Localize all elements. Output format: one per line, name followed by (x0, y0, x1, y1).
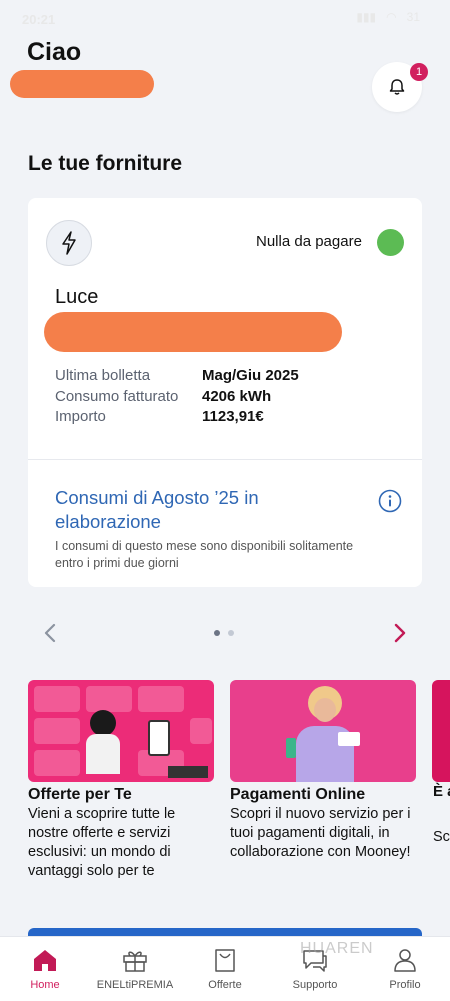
gift-icon (123, 951, 147, 972)
tab-eneltipremia[interactable]: ENELtiPREMIA (90, 937, 180, 1001)
bottom-tab-bar: Home ENELtiPREMIA Offerte Supporto Profi… (0, 936, 450, 1001)
consumption-note: I consumi di questo mese sono disponibil… (55, 539, 354, 570)
info-row-amount: Importo 1123,91€ (55, 407, 299, 428)
promo-image-partial[interactable] (432, 680, 450, 782)
info-value: 4206 kWh (202, 387, 272, 405)
promo-tile (34, 718, 80, 744)
carousel-pagination (214, 630, 234, 636)
greeting-title: Ciao (27, 38, 82, 66)
info-value: Mag/Giu 2025 (202, 367, 299, 384)
phone-illustration (286, 738, 296, 758)
wifi-icon: ◠ (386, 10, 397, 24)
shopping-bag-icon (215, 949, 235, 972)
info-row-consumption: Consumo fatturato 4206 kWh (55, 387, 299, 408)
bell-icon (389, 79, 405, 95)
bill-info: Ultima bolletta Mag/Giu 2025 Consumo fat… (55, 366, 299, 428)
chevron-right-icon[interactable] (392, 622, 408, 644)
chevron-left-icon[interactable] (42, 622, 58, 644)
info-label: Importo (55, 408, 106, 425)
tab-label: Home (30, 979, 60, 991)
battery-icon: 31 (406, 10, 420, 24)
notification-badge: 1 (410, 63, 428, 81)
redacted-address (44, 312, 342, 352)
lightning-icon (62, 231, 76, 255)
info-label: Ultima bolletta (55, 367, 151, 384)
info-row-last-bill: Ultima bolletta Mag/Giu 2025 (55, 366, 299, 387)
pagination-dot[interactable] (228, 630, 234, 636)
appliance-illustration (168, 766, 208, 778)
person-illustration (314, 698, 336, 722)
promo-description-partial: Sc luc im (433, 829, 450, 845)
tab-offerte[interactable]: Offerte (180, 937, 270, 1001)
card-divider (28, 459, 422, 460)
info-icon[interactable] (378, 489, 402, 513)
person-illustration (86, 734, 120, 774)
status-icons: ▮▮▮ ◠ 31 (356, 10, 420, 24)
promo-tile (34, 750, 80, 776)
promo-tile (138, 686, 184, 712)
status-time: 20:21 (22, 12, 56, 27)
card-illustration (338, 732, 360, 746)
promo-description: Scopri il nuovo servizio per i tuoi paga… (230, 806, 411, 860)
tab-label: ENELtiPREMIA (96, 979, 174, 991)
status-ok-dot (377, 229, 404, 256)
home-icon (34, 950, 56, 971)
promo-title-partial: È a bo (433, 783, 450, 800)
promo-tile (86, 686, 132, 712)
person-illustration (90, 710, 116, 736)
supply-card[interactable]: Nulla da pagare Luce Ultima bolletta Mag… (28, 198, 422, 587)
promo-image-offers (28, 680, 214, 782)
tab-home[interactable]: Home (0, 937, 90, 1001)
info-value: 1123,91€ (202, 408, 264, 425)
tab-label: Profilo (389, 979, 421, 991)
supply-name: Luce (55, 286, 99, 308)
promo-description: Vieni a scoprire tutte le nostre offerte… (28, 806, 176, 879)
promo-image-payments (230, 680, 416, 782)
info-label: Consumo fatturato (55, 387, 179, 405)
payment-status-text: Nulla da pagare (256, 233, 362, 250)
watermark-text: HUAREN (300, 940, 374, 957)
consumption-status-link[interactable]: Consumi di Agosto ’25 in elaborazione (55, 486, 355, 534)
status-bar: 20:21 ▮▮▮ ◠ 31 (0, 0, 450, 40)
promo-tile (190, 718, 212, 744)
tab-label: Offerte (208, 979, 242, 991)
promo-card-offers[interactable]: Offerte per Te Vieni a scoprire tutte le… (28, 680, 214, 881)
lightning-icon-wrapper (46, 220, 92, 266)
tab-label: Supporto (292, 979, 338, 991)
promo-card-payments[interactable]: Pagamenti Online Scopri il nuovo servizi… (230, 680, 416, 862)
redacted-name (10, 70, 154, 98)
phone-illustration (148, 720, 170, 756)
signal-icon: ▮▮▮ (356, 10, 377, 24)
promo-tile (34, 686, 80, 712)
pagination-dot-active[interactable] (214, 630, 220, 636)
promo-title: Pagamenti Online (230, 786, 366, 803)
user-icon (394, 949, 416, 972)
supplies-section-title: Le tue forniture (28, 152, 183, 175)
promo-title: Offerte per Te (28, 786, 132, 803)
